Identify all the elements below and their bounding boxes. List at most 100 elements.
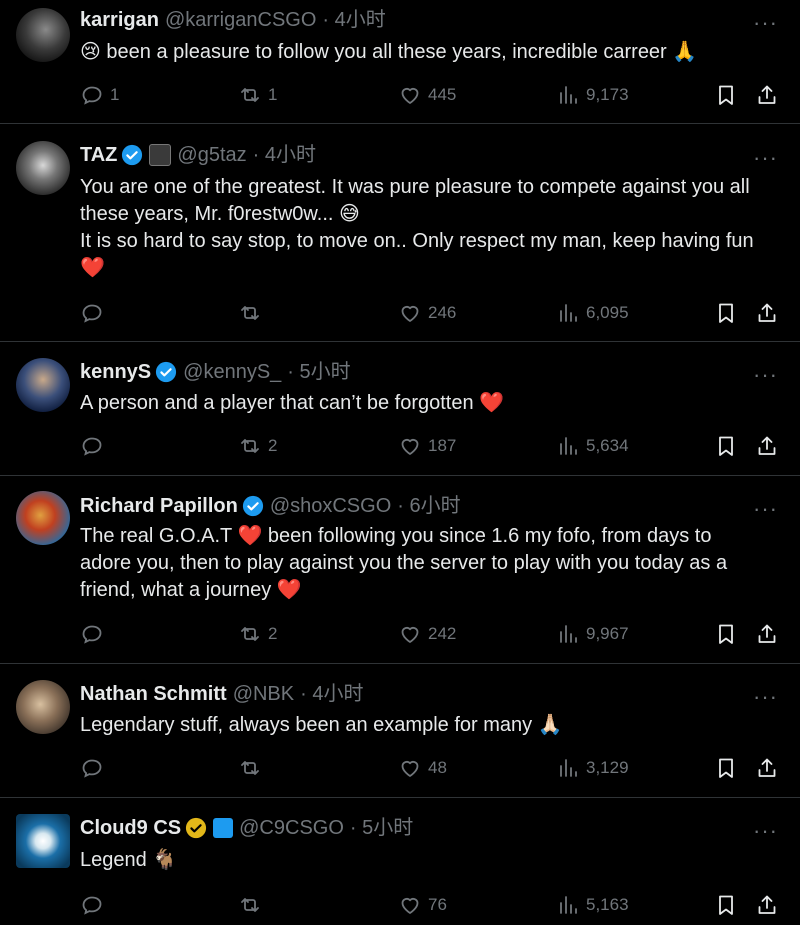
affiliate-logo-icon[interactable] <box>213 818 234 838</box>
avatar[interactable] <box>16 141 70 195</box>
reply-button[interactable] <box>80 891 110 919</box>
retweet-button[interactable]: 2 <box>238 620 277 648</box>
tweet-richard-papillon[interactable]: Richard Papillon @shoxCSGO · 6小时 ··· The… <box>0 476 800 664</box>
reply-button[interactable] <box>80 432 110 460</box>
more-icon[interactable]: ··· <box>753 12 778 34</box>
timestamp[interactable]: · 4小时 <box>300 682 363 706</box>
avatar[interactable] <box>16 8 70 62</box>
like-button[interactable]: 76 <box>398 891 447 919</box>
bookmark-button[interactable] <box>714 299 742 327</box>
heart-icon <box>401 897 419 914</box>
bookmark-button[interactable] <box>714 891 742 919</box>
tweet-karrigan[interactable]: karrigan @karriganCSGO · 4小时 ··· 😢 been … <box>0 0 800 124</box>
like-button[interactable]: 187 <box>398 432 456 460</box>
view-count: 3,129 <box>586 758 629 777</box>
share-button[interactable] <box>755 81 783 109</box>
views-button[interactable]: 6,095 <box>556 299 629 327</box>
reply-button[interactable] <box>80 754 110 782</box>
author-name[interactable]: Nathan Schmitt <box>80 682 227 706</box>
views-button[interactable]: 5,163 <box>556 891 629 919</box>
view-count: 6,095 <box>586 303 629 322</box>
author-name[interactable]: Richard Papillon <box>80 494 238 518</box>
more-icon[interactable]: ··· <box>753 498 778 520</box>
author-handle[interactable]: @C9CSGO <box>239 816 344 840</box>
timestamp[interactable]: · 4小时 <box>253 143 316 167</box>
timestamp[interactable]: · 6小时 <box>397 494 460 518</box>
tweet-line: ❤️ <box>80 257 105 279</box>
timestamp[interactable]: · 5小时 <box>350 816 413 840</box>
views-button[interactable]: 5,634 <box>556 432 629 460</box>
like-button[interactable]: 445 <box>398 81 456 109</box>
avatar[interactable] <box>16 491 70 545</box>
reply-button[interactable] <box>80 299 110 327</box>
bookmark-button[interactable] <box>714 754 742 782</box>
author-handle[interactable]: @NBK <box>233 682 294 706</box>
author-handle[interactable]: @karriganCSGO <box>165 8 316 32</box>
avatar[interactable] <box>16 680 70 734</box>
heart-icon <box>401 305 419 322</box>
reply-button[interactable] <box>80 620 110 648</box>
bookmark-icon <box>719 758 733 778</box>
retweet-button[interactable] <box>238 754 268 782</box>
retweet-button[interactable]: 2 <box>238 432 277 460</box>
retweet-button[interactable]: 1 <box>238 81 277 109</box>
timestamp[interactable]: · 5小时 <box>287 360 350 384</box>
share-button[interactable] <box>755 620 783 648</box>
like-button[interactable]: 48 <box>398 754 447 782</box>
reply-icon <box>82 759 102 778</box>
timestamp[interactable]: · 4小时 <box>322 8 385 32</box>
bookmark-icon <box>719 85 733 105</box>
retweet-button[interactable] <box>238 299 268 327</box>
tweet-text: Legend 🐐 <box>80 847 785 874</box>
tweet-kennys[interactable]: kennyS @kennyS_ · 5小时 ··· A person and a… <box>0 342 800 476</box>
avatar[interactable] <box>16 358 70 412</box>
share-icon <box>758 624 776 643</box>
views-icon <box>560 304 577 322</box>
reply-button[interactable]: 1 <box>80 81 119 109</box>
views-icon <box>560 86 577 104</box>
share-button[interactable] <box>755 432 783 460</box>
like-count: 187 <box>428 436 457 455</box>
reply-icon <box>82 86 102 105</box>
tweet-taz[interactable]: TAZ @g5taz · 4小时 ··· You are one of the … <box>0 124 800 342</box>
share-button[interactable] <box>755 754 783 782</box>
tweet-line: these years, Mr. f0restw0w... 😅 <box>80 203 360 225</box>
tweet-cloud9-cs[interactable]: Cloud9 CS @C9CSGO · 5小时 ··· Legend 🐐 76 … <box>0 798 800 925</box>
more-icon[interactable]: ··· <box>753 147 778 169</box>
more-icon[interactable]: ··· <box>753 364 778 386</box>
more-icon[interactable]: ··· <box>753 820 778 842</box>
bookmark-button[interactable] <box>714 81 742 109</box>
author-name[interactable]: karrigan <box>80 8 159 32</box>
views-button[interactable]: 3,129 <box>556 754 629 782</box>
more-icon[interactable]: ··· <box>753 686 778 708</box>
author-handle[interactable]: @kennyS_ <box>183 360 281 384</box>
author-name[interactable]: kennyS <box>80 360 151 384</box>
share-button[interactable] <box>755 891 783 919</box>
retweet-icon <box>241 88 259 102</box>
author-name[interactable]: Cloud9 CS <box>80 816 181 840</box>
views-button[interactable]: 9,967 <box>556 620 629 648</box>
tweet-line: 😢 been a pleasure to follow you all thes… <box>80 41 698 63</box>
author-handle[interactable]: @shoxCSGO <box>270 494 391 518</box>
share-icon <box>758 436 776 455</box>
tweet-line: adore you, then to play against you the … <box>80 552 728 574</box>
avatar[interactable] <box>16 814 70 868</box>
reply-icon <box>82 625 102 644</box>
share-button[interactable] <box>755 299 783 327</box>
author-handle[interactable]: @g5taz <box>177 143 246 167</box>
retweet-button[interactable] <box>238 891 268 919</box>
tweet-nathan-schmitt[interactable]: Nathan Schmitt @NBK · 4小时 ··· Legendary … <box>0 664 800 798</box>
tweet-line: Legendary stuff, always been an example … <box>80 714 563 736</box>
heart-icon <box>401 438 419 455</box>
bookmark-button[interactable] <box>714 620 742 648</box>
views-button[interactable]: 9,173 <box>556 81 629 109</box>
like-count: 445 <box>428 85 457 104</box>
like-button[interactable]: 246 <box>398 299 456 327</box>
author-name[interactable]: TAZ <box>80 143 117 167</box>
bookmark-button[interactable] <box>714 432 742 460</box>
share-icon <box>758 758 776 777</box>
reply-icon <box>82 304 102 323</box>
like-button[interactable]: 242 <box>398 620 456 648</box>
view-count: 5,634 <box>586 436 629 455</box>
affiliate-logo-icon[interactable] <box>149 144 172 166</box>
